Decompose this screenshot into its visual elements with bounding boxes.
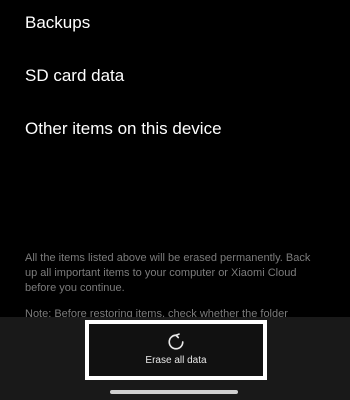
refresh-icon	[168, 333, 184, 350]
list-item-other-items: Other items on this device	[25, 119, 222, 138]
erase-warning-text: All the items listed above will be erase…	[25, 252, 311, 294]
erase-all-data-label: Erase all data	[145, 355, 207, 366]
erase-all-data-button[interactable]: Erase all data	[85, 320, 267, 380]
list-item-backups: Backups	[25, 13, 91, 32]
list-item-sd-card-data: SD card data	[25, 66, 125, 85]
home-indicator[interactable]	[110, 390, 238, 394]
